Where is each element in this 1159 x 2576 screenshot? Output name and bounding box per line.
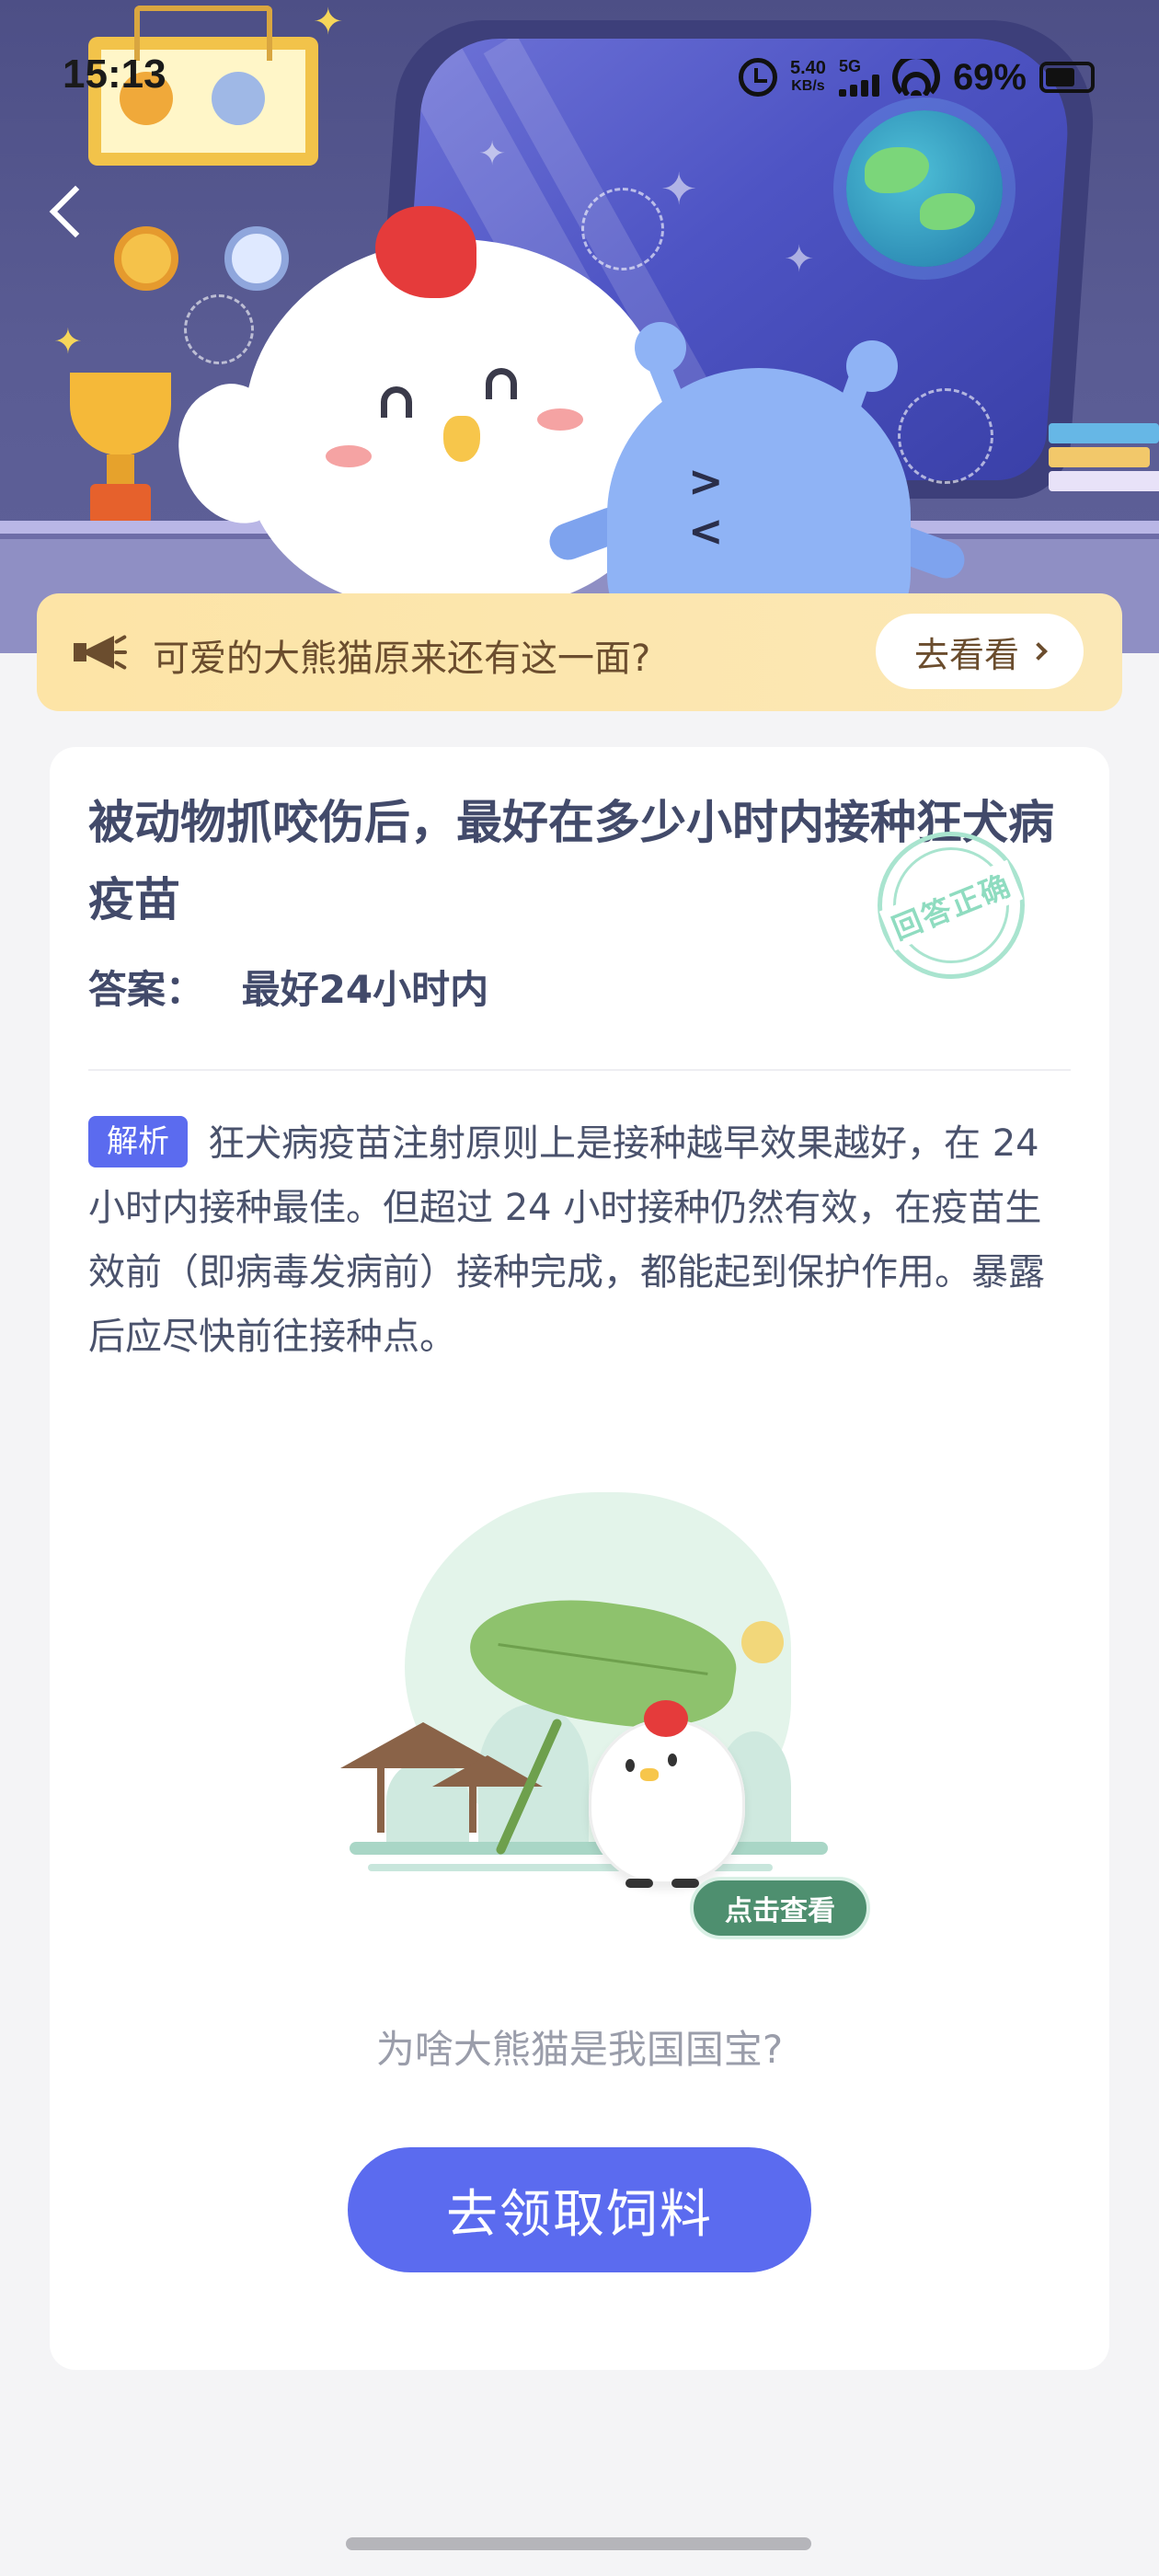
net-speed: 5.40 KB/s [790,59,826,96]
books-icon [1049,423,1159,524]
answer-label: 答案： [88,967,205,1012]
page: ✦ ✦ ✦ ✦ ✦ >< 15:13 5.40 KB/s 5G 69% 可爱的大… [0,0,1159,2576]
answer-row: 答案： 最好24小时内 [88,959,488,1015]
net-speed-unit: KB/s [791,78,825,94]
battery-percent: 69% [952,56,1027,98]
analysis-text: 狂犬病疫苗注射原则上是接种越早效果越好，在 24 小时内接种最佳。但超过 24 … [88,1122,1045,1358]
promo-question-link[interactable]: 为啥大熊猫是我国国宝? [50,2018,1109,2075]
notice-banner[interactable]: 可爱的大熊猫原来还有这一面? 去看看 [37,593,1122,711]
megaphone-icon [74,628,129,676]
view-badge[interactable]: 点击查看 [690,1877,870,1939]
net-speed-value: 5.40 [790,58,826,78]
claim-feed-label: 去领取饲料 [446,2184,713,2245]
answer-value: 最好24小时内 [241,967,489,1012]
back-button[interactable] [40,180,90,245]
claim-feed-button[interactable]: 去领取饲料 [348,2147,811,2272]
notice-text: 可爱的大熊猫原来还有这一面? [153,638,651,680]
status-time: 15:13 [63,52,166,97]
wifi-icon [891,59,940,96]
alarm-icon [739,58,777,97]
analysis-tag: 解析 [88,1116,188,1167]
divider [88,1069,1071,1071]
go-see-label: 去看看 [913,634,1019,675]
chick-mascot-small [589,1719,745,1884]
planet-icon [846,110,1003,267]
status-bar: 15:13 5.40 KB/s 5G 69% [0,48,1159,107]
status-icons: 5.40 KB/s 5G 69% [739,50,1095,105]
chevron-right-icon [1029,642,1048,661]
trophy-icon [70,373,171,455]
correct-stamp-text: 回答正确 [878,859,1024,951]
network-type: 5G [838,57,861,75]
signal-icon [838,75,879,97]
analysis-section: 解析 狂犬病疫苗注射原则上是接种越早效果越好，在 24 小时内接种最佳。但超过 2… [88,1111,1063,1369]
answer-card: 被动物抓咬伤后，最好在多少小时内接种狂犬病疫苗 回答正确 答案： 最好24小时内… [50,747,1109,2370]
battery-icon [1039,62,1095,93]
promo-illustration[interactable]: 点击查看 [340,1492,870,1943]
home-indicator[interactable] [346,2537,811,2550]
go-see-button[interactable]: 去看看 [876,614,1084,689]
